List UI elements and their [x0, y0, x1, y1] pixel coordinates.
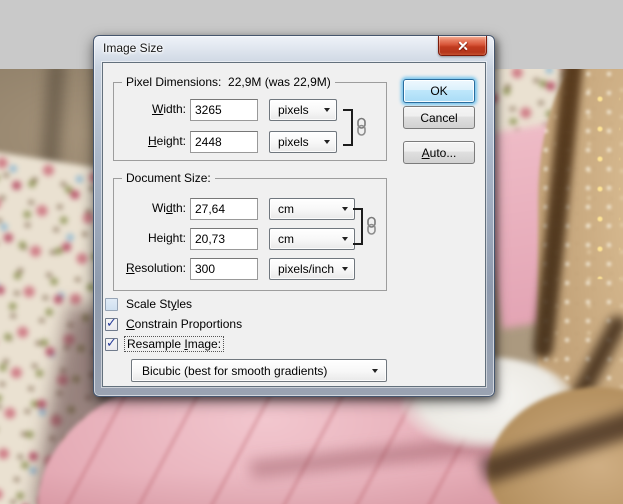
constrain-proportions-label[interactable]: Constrain Proportions	[126, 317, 242, 331]
constrain-bracket	[343, 109, 353, 146]
constrain-proportions-row[interactable]: ✓ Constrain Proportions	[105, 316, 242, 332]
document-size-group: Document Size: Width: cm Height: cm	[113, 171, 387, 291]
doc-width-unit-value: cm	[278, 202, 294, 216]
constrain-proportions-checkbox[interactable]: ✓	[105, 314, 118, 331]
ok-button-label: OK	[430, 84, 448, 98]
pixel-height-label: Height:	[147, 134, 186, 148]
dialog-titlebar[interactable]: Image Size	[94, 36, 494, 62]
pixel-width-input[interactable]	[190, 99, 258, 121]
pixel-height-input[interactable]	[190, 131, 258, 153]
link-icon	[367, 216, 376, 235]
link-icon	[357, 117, 366, 136]
doc-width-label: Width:	[151, 201, 186, 215]
chevron-down-icon	[342, 207, 348, 211]
doc-width-row: Width: cm	[114, 198, 386, 220]
document-size-legend: Document Size:	[122, 171, 215, 185]
resample-image-row[interactable]: ✓ Resample Image:	[105, 334, 225, 352]
pixel-width-label: Width:	[151, 102, 186, 116]
doc-height-input[interactable]	[190, 228, 258, 250]
pixel-height-unit-select[interactable]: pixels	[269, 131, 337, 153]
checkmark-icon: ✓	[106, 334, 117, 350]
constrain-bracket-doc	[353, 208, 363, 245]
screen: Image Size Pixel Dimensions: 22,9M (was …	[0, 0, 623, 504]
doc-width-input[interactable]	[190, 198, 258, 220]
resolution-label: Resolution:	[125, 261, 186, 275]
scale-styles-label[interactable]: Scale Styles	[126, 297, 192, 311]
dialog-title: Image Size	[103, 41, 164, 55]
resolution-input[interactable]	[190, 258, 258, 280]
doc-height-label: Height:	[147, 231, 186, 245]
resolution-unit-value: pixels/inch	[278, 262, 335, 276]
doc-height-unit-value: cm	[278, 232, 294, 246]
resolution-row: Resolution: pixels/inch	[114, 258, 386, 280]
chevron-down-icon	[372, 368, 378, 373]
chevron-down-icon	[324, 140, 330, 144]
dialog-client-area: Pixel Dimensions: 22,9M (was 22,9M) Widt…	[102, 62, 486, 387]
doc-height-row: Height: cm	[114, 228, 386, 250]
ok-button[interactable]: OK	[403, 79, 475, 103]
resolution-unit-select[interactable]: pixels/inch	[269, 258, 355, 280]
doc-width-unit-select[interactable]: cm	[269, 198, 355, 220]
chevron-down-icon	[342, 267, 348, 271]
pixel-width-unit-value: pixels	[278, 103, 309, 117]
image-size-dialog: Image Size Pixel Dimensions: 22,9M (was …	[93, 35, 495, 397]
chevron-down-icon	[342, 237, 348, 241]
scale-styles-checkbox[interactable]	[105, 297, 118, 311]
cancel-button-label: Cancel	[420, 110, 458, 125]
photo-gold-sparkles	[592, 89, 620, 279]
pixel-dimensions-legend: Pixel Dimensions: 22,9M (was 22,9M)	[122, 75, 335, 89]
resample-method-value: Bicubic (best for smooth gradients)	[142, 363, 328, 378]
chevron-down-icon	[324, 108, 330, 112]
auto-button-label: Auto...	[421, 145, 457, 160]
resample-image-label[interactable]: Resample Image:	[124, 336, 225, 352]
doc-height-unit-select[interactable]: cm	[269, 228, 355, 250]
close-icon	[439, 36, 486, 55]
auto-button[interactable]: Auto...	[403, 141, 475, 164]
resample-method-select[interactable]: Bicubic (best for smooth gradients)	[131, 359, 387, 382]
scale-styles-row[interactable]: Scale Styles	[105, 296, 192, 312]
checkmark-icon: ✓	[106, 314, 117, 330]
close-button[interactable]	[438, 36, 487, 56]
pixel-width-unit-select[interactable]: pixels	[269, 99, 337, 121]
resample-image-checkbox[interactable]: ✓	[105, 334, 118, 351]
cancel-button[interactable]: Cancel	[403, 106, 475, 129]
pixel-height-unit-value: pixels	[278, 135, 309, 149]
